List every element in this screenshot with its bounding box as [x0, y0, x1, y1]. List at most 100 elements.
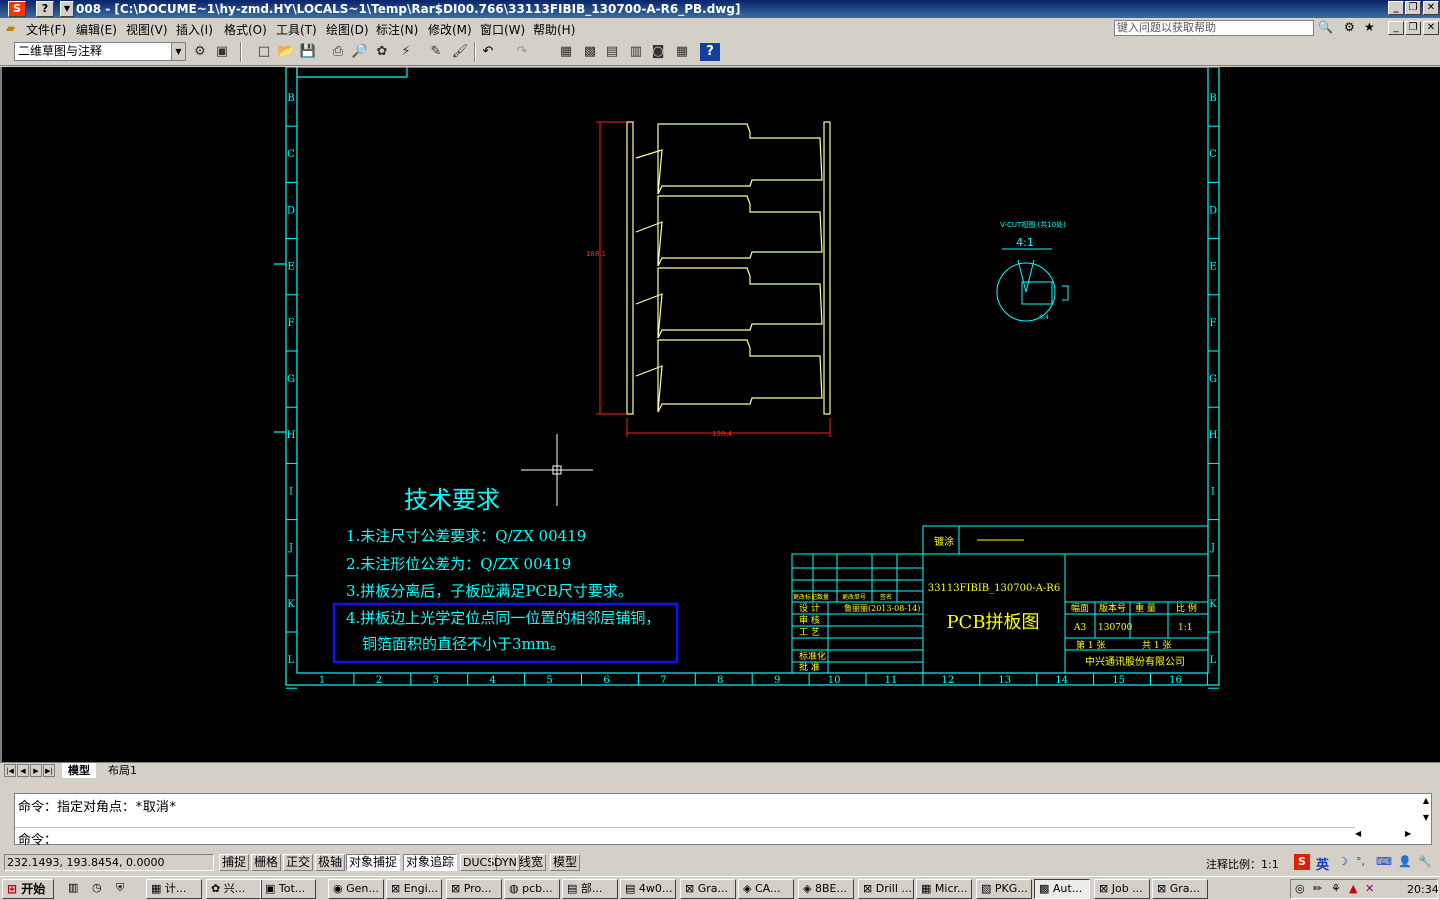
doc-minimize-button[interactable]: _	[1388, 21, 1404, 35]
menu-insert[interactable]: 插入(I)	[176, 21, 213, 38]
taskbar-item[interactable]: ⊠ Gra...	[680, 879, 736, 899]
taskbar-item[interactable]: ⊠ Job ...	[1094, 879, 1150, 899]
taskbar-item[interactable]: ⊠ Gra...	[1152, 879, 1208, 899]
taskbar-item[interactable]: ▤ 部...	[562, 879, 618, 899]
taskbar-item[interactable]: ⊠ Drill ...	[858, 879, 914, 899]
command-window[interactable]: 命令：指定对角点：*取消* 命令： ▲ ▼ ◀ ▶	[14, 793, 1432, 848]
taskbar-item[interactable]: ▤ 4w0...	[620, 879, 676, 899]
menu-draw[interactable]: 绘图(D)	[326, 21, 369, 38]
taskbar-item[interactable]: ✿ 兴...	[206, 879, 262, 899]
help-search-input[interactable]: 键入问题以获取帮助	[1114, 20, 1314, 36]
tool-palettes-icon[interactable]: ▤	[602, 43, 622, 61]
next-tab-icon[interactable]: ▶	[30, 764, 42, 777]
minimize-button[interactable]: _	[1388, 1, 1404, 15]
app-logo-icon[interactable]: S	[8, 1, 26, 17]
help-icon[interactable]: ?	[36, 1, 54, 17]
doc-close-button[interactable]: ✕	[1423, 21, 1439, 35]
tab-model[interactable]: 模型	[62, 763, 96, 778]
ime-mode[interactable]: 英	[1316, 854, 1329, 873]
menu-edit[interactable]: 编辑(E)	[76, 21, 117, 38]
design-center-icon[interactable]: ▩	[580, 43, 600, 61]
user-icon[interactable]: 👤	[1398, 855, 1412, 868]
plot-preview-icon[interactable]: 🔎	[350, 43, 370, 61]
cut-icon[interactable]: ✎	[426, 43, 446, 61]
otrack-toggle[interactable]: 对象追踪	[403, 854, 458, 871]
taskbar-item[interactable]: ▦ Micr...	[916, 879, 972, 899]
menu-dimension[interactable]: 标注(N)	[376, 21, 418, 38]
workspace-settings-icon[interactable]: ⚙	[190, 43, 210, 61]
communication-icon[interactable]: ⚙	[1344, 20, 1355, 34]
wrench-icon[interactable]: 🔧	[1418, 855, 1432, 868]
quicklaunch-desktop-icon[interactable]: ▥	[64, 879, 84, 899]
chevron-down-icon[interactable]: ▼	[171, 43, 185, 60]
menu-file[interactable]: 文件(F)	[26, 21, 66, 38]
help-icon[interactable]: ?	[700, 43, 720, 61]
taskbar-item[interactable]: ▣ Tot...	[260, 879, 316, 899]
menu-modify[interactable]: 修改(M)	[428, 21, 472, 38]
taskbar-item[interactable]: ◍ pcb...	[504, 879, 560, 899]
first-tab-icon[interactable]: |◀	[4, 764, 16, 777]
taskbar-item[interactable]: ▧ PKG...	[976, 879, 1032, 899]
markup-icon[interactable]: ◙	[648, 43, 668, 61]
tray-x-icon[interactable]: ✕	[1365, 882, 1374, 895]
taskbar-item[interactable]: ▦ 计...	[146, 879, 202, 899]
polar-toggle[interactable]: 极轴	[315, 854, 346, 871]
ortho-toggle[interactable]: 正交	[283, 854, 314, 871]
new-file-icon[interactable]: □	[254, 43, 274, 61]
taskbar-item[interactable]: ▩ Aut...	[1034, 879, 1090, 899]
undo-icon[interactable]: ↶	[478, 43, 498, 61]
publish-icon[interactable]: ✿	[372, 43, 392, 61]
chevron-down-icon[interactable]: ▼	[60, 1, 74, 17]
tray-network-icon[interactable]: ◎	[1295, 882, 1305, 895]
tray-antivirus-icon[interactable]: ⚘	[1331, 882, 1341, 895]
close-button[interactable]: ✕	[1423, 1, 1439, 15]
save-workspace-icon[interactable]: ▣	[212, 43, 232, 61]
osnap-toggle[interactable]: 对象捕捉	[346, 854, 401, 871]
menu-format[interactable]: 格式(O)	[224, 21, 267, 38]
doc-restore-button[interactable]: ❐	[1405, 21, 1421, 35]
taskbar-item[interactable]: ◈ 8BE...	[798, 879, 854, 899]
menu-tools[interactable]: 工具(T)	[276, 21, 317, 38]
print-icon[interactable]: ⎙	[328, 43, 348, 61]
match-properties-icon[interactable]: 🖌	[450, 43, 470, 61]
keyboard-icon[interactable]: ⌨	[1376, 855, 1392, 868]
tray-adobe-icon[interactable]: ▲	[1349, 882, 1357, 895]
menu-help[interactable]: 帮助(H)	[533, 21, 575, 38]
annotation-scale[interactable]: 注释比例：1:1	[1206, 856, 1279, 872]
save-icon[interactable]: 💾	[298, 43, 318, 61]
search-icon[interactable]: 🔍	[1318, 20, 1333, 34]
etransmit-icon[interactable]: ⚡	[396, 43, 416, 61]
favorites-icon[interactable]: ★	[1364, 20, 1375, 34]
punctuation-icon[interactable]: °,	[1356, 855, 1365, 868]
prev-tab-icon[interactable]: ◀	[17, 764, 29, 777]
calculator-icon[interactable]: ▦	[672, 43, 692, 61]
workspace-select[interactable]: 二维草图与注释 ▼	[14, 42, 186, 61]
command-prompt[interactable]: 命令：	[18, 829, 57, 848]
ime-logo-icon[interactable]: S	[1294, 854, 1310, 870]
properties-icon[interactable]: ▦	[556, 43, 576, 61]
open-file-icon[interactable]: 📂	[276, 43, 296, 61]
scroll-left-icon[interactable]: ◀	[1355, 829, 1361, 838]
menu-view[interactable]: 视图(V)	[126, 21, 168, 38]
taskbar-item[interactable]: ◉ Gen...	[328, 879, 384, 899]
drawing-canvas[interactable]: B B C C D D E E F F G G H H I I J J K K L L 1 2 3 4 5 6 7 8 9 10 11 12 13 1…	[0, 67, 1440, 762]
snap-toggle[interactable]: 捕捉	[219, 854, 250, 871]
taskbar-item[interactable]: ⊠ Engi...	[386, 879, 442, 899]
redo-icon[interactable]: ↷	[512, 43, 532, 61]
scroll-down-icon[interactable]: ▼	[1423, 813, 1429, 822]
tray-pen-icon[interactable]: ✏	[1313, 882, 1322, 895]
quicklaunch-shield-icon[interactable]: ⛨	[112, 879, 132, 899]
start-button[interactable]: ⊞ 开始	[2, 879, 54, 899]
taskbar-item[interactable]: ◈ CA...	[738, 879, 794, 899]
moon-icon[interactable]: ☽	[1338, 855, 1348, 868]
sheet-set-icon[interactable]: ▥	[626, 43, 646, 61]
scroll-right-icon[interactable]: ▶	[1405, 829, 1411, 838]
lineweight-toggle[interactable]: 线宽	[516, 854, 547, 871]
quicklaunch-clock-icon[interactable]: ◷	[88, 879, 108, 899]
last-tab-icon[interactable]: ▶|	[43, 764, 55, 777]
model-toggle[interactable]: 模型	[550, 854, 581, 871]
grid-toggle[interactable]: 栅格	[251, 854, 282, 871]
menu-window[interactable]: 窗口(W)	[480, 21, 525, 38]
scroll-up-icon[interactable]: ▲	[1423, 796, 1429, 805]
tab-layout1[interactable]: 布局1	[102, 763, 143, 778]
